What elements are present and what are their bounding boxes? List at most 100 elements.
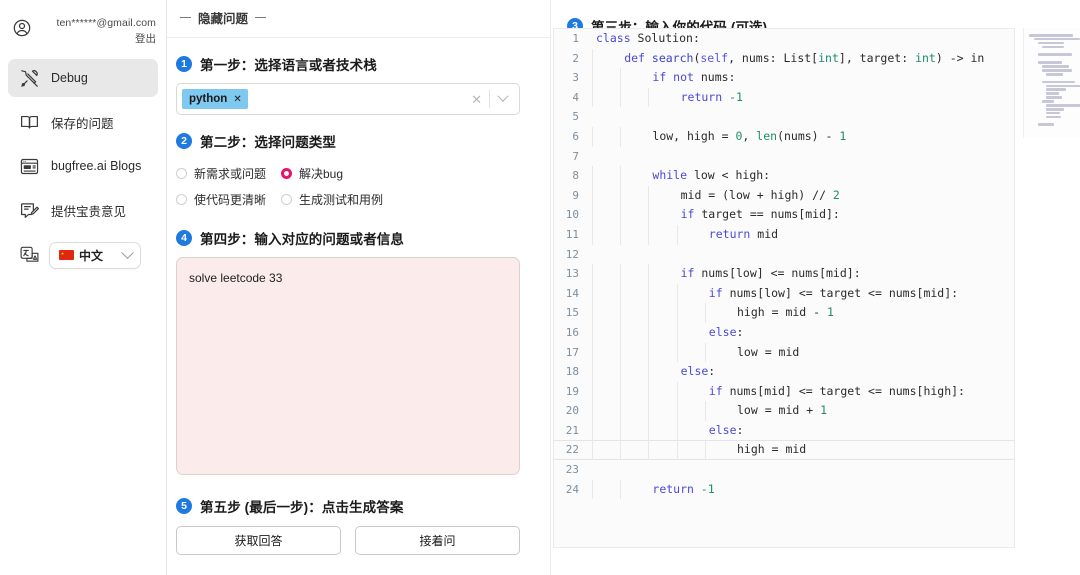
radio-circle-icon [281, 194, 292, 205]
hide-question-bar[interactable]: 隐藏问题 [167, 0, 550, 38]
code-line: 10if target == nums[mid]: [554, 205, 1014, 225]
minimap-line [1038, 61, 1062, 64]
indent-guide [620, 440, 621, 460]
sidebar-item-feedback[interactable]: 提供宝贵意见 [8, 191, 158, 229]
chevron-down-icon[interactable] [490, 95, 515, 103]
sidebar-item-blogs[interactable]: bugfree.ai Blogs [8, 147, 158, 185]
minimap-line [1042, 100, 1054, 103]
indent-guide [648, 303, 649, 323]
minimap-line [1046, 116, 1061, 119]
indent-guide [620, 480, 621, 500]
line-number: 11 [554, 225, 588, 245]
code-text: def search(self, nums: List[int], target… [588, 49, 1014, 69]
minimap-line [1046, 92, 1059, 95]
indent-guide [677, 401, 678, 421]
code-minimap[interactable] [1023, 28, 1080, 138]
minimap-line [1029, 77, 1049, 80]
code-text: high = mid [588, 440, 1014, 460]
indent-guide [677, 323, 678, 343]
code-text: if nums[low] <= target <= nums[mid]: [588, 284, 1014, 304]
indent-guide [592, 49, 593, 69]
code-text: return -1 [588, 480, 1014, 500]
problem-type-radio-group: 新需求或问题 解决bug 使代码更清晰 生成测试和用例 [176, 160, 520, 212]
clear-x-icon[interactable]: ✕ [464, 93, 489, 106]
step1-title: 第一步：选择语言或者技术栈 [200, 54, 377, 74]
line-number: 20 [554, 401, 588, 421]
code-line: 5 [554, 107, 1014, 127]
sidebar-nav: Debug 保存的问题 [0, 59, 166, 275]
indent-guide [677, 225, 678, 245]
radio-row: 使代码更清晰 生成测试和用例 [176, 186, 520, 212]
line-number: 6 [554, 127, 588, 147]
line-number: 4 [554, 88, 588, 108]
indent-guide [592, 343, 593, 363]
sidebar-item-label: 保存的问题 [51, 113, 114, 132]
indent-guide [592, 440, 593, 460]
code-line: 17low = mid [554, 343, 1014, 363]
indent-guide [620, 68, 621, 88]
indent-guide [592, 480, 593, 500]
sidebar-item-saved-questions[interactable]: 保存的问题 [8, 103, 158, 141]
radio-circle-icon [176, 194, 187, 205]
sidebar-item-debug[interactable]: Debug [8, 59, 158, 97]
indent-guide [592, 166, 593, 186]
language-row: 中文 [8, 235, 158, 275]
indent-guide [592, 127, 593, 147]
line-number: 8 [554, 166, 588, 186]
minimap-line [1042, 69, 1072, 72]
step4-title: 第四步：输入对应的问题或者信息 [200, 228, 404, 248]
account-block[interactable]: ten******@gmail.com 登出 [0, 10, 166, 47]
indent-guide [592, 303, 593, 323]
tag-remove-icon[interactable]: ✕ [233, 94, 241, 105]
indent-guide [648, 264, 649, 284]
code-line: 1class Solution: [554, 29, 1014, 49]
indent-guide [648, 323, 649, 343]
radio-generate-tests[interactable]: 生成测试和用例 [281, 191, 383, 208]
language-value: 中文 [79, 247, 103, 264]
code-line: 22high = mid [554, 440, 1014, 460]
code-editor[interactable]: 1class Solution:2def search(self, nums: … [553, 28, 1015, 548]
code-text: class Solution: [588, 29, 1014, 49]
radio-label: 使代码更清晰 [194, 191, 266, 208]
code-line: 16else: [554, 323, 1014, 343]
step5-title: 第五步 (最后一步)：点击生成答案 [200, 496, 403, 516]
dash-right-icon [255, 17, 266, 19]
minimap-line [1029, 34, 1073, 37]
radio-new-requirement[interactable]: 新需求或问题 [176, 165, 281, 182]
selected-tag[interactable]: python ✕ [182, 89, 248, 109]
language-stack-select[interactable]: python ✕ ✕ [176, 83, 520, 115]
user-circle-icon [12, 18, 32, 43]
left-column: 隐藏问题 1 第一步：选择语言或者技术栈 python ✕ ✕ 2 [167, 0, 550, 575]
prompt-input[interactable] [176, 257, 520, 475]
indent-guide [620, 362, 621, 382]
line-number: 7 [554, 147, 588, 167]
minimap-line [1038, 42, 1064, 45]
code-line: 19if nums[mid] <= target <= nums[high]: [554, 382, 1014, 402]
code-text: mid = (low + high) // 2 [588, 186, 1014, 206]
code-line: 23 [554, 460, 1014, 480]
radio-cleaner-code[interactable]: 使代码更清晰 [176, 191, 281, 208]
logout-link[interactable]: 登出 [135, 31, 156, 47]
minimap-line [1029, 50, 1049, 53]
line-number: 24 [554, 480, 588, 500]
language-select[interactable]: 中文 [49, 242, 141, 269]
code-text: return mid [588, 225, 1014, 245]
step4-header: 4 第四步：输入对应的问题或者信息 [176, 228, 550, 248]
indent-guide [620, 186, 621, 206]
step2-badge: 2 [176, 133, 192, 149]
code-line: 2def search(self, nums: List[int], targe… [554, 49, 1014, 69]
minimap-line [1029, 120, 1049, 123]
indent-guide [620, 343, 621, 363]
indent-guide [592, 225, 593, 245]
line-number: 10 [554, 205, 588, 225]
get-answer-button[interactable]: 获取回答 [176, 526, 341, 555]
code-line: 7 [554, 147, 1014, 167]
line-number: 1 [554, 29, 588, 49]
radio-fix-bug[interactable]: 解决bug [281, 165, 343, 182]
dash-left-icon [180, 17, 191, 19]
column-divider [550, 0, 551, 575]
code-line: 18else: [554, 362, 1014, 382]
follow-up-button[interactable]: 接着问 [355, 526, 520, 555]
action-button-row: 获取回答 接着问 [176, 526, 550, 555]
code-text: low = mid [588, 343, 1014, 363]
